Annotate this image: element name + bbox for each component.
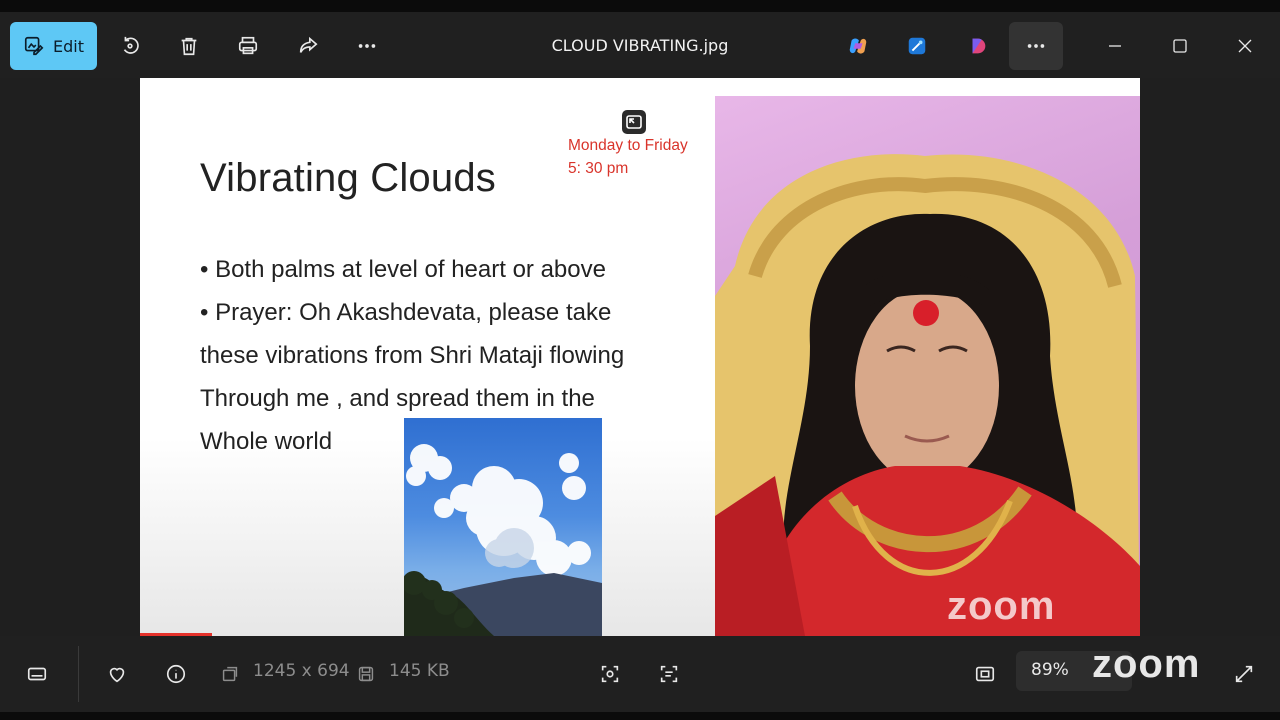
file-info-button[interactable] (158, 656, 194, 692)
schedule-time: 5: 30 pm (568, 160, 629, 177)
delete-button[interactable] (169, 22, 209, 70)
actual-size-button[interactable] (967, 656, 1003, 692)
clipchamp-icon (972, 38, 986, 54)
info-icon (166, 664, 186, 684)
maximize-button[interactable] (1157, 26, 1203, 66)
file-title: CLOUD VIBRATING.jpg (551, 36, 729, 55)
more-options-button[interactable] (347, 22, 387, 70)
portrait-photo: zoom (715, 96, 1140, 636)
visual-search-button[interactable] (592, 656, 628, 692)
edit-label: Edit (53, 36, 84, 56)
save-disk-icon (358, 666, 374, 682)
print-button[interactable] (228, 22, 268, 70)
edit-button[interactable]: Edit (10, 22, 97, 70)
close-button[interactable] (1222, 26, 1268, 66)
ellipsis-icon (358, 44, 376, 48)
more-apps-button[interactable] (1009, 22, 1063, 70)
visual-search-icon (601, 665, 619, 683)
edit-image-icon (24, 36, 44, 56)
bullet-line: these vibrations from Shri Mataji flowin… (200, 342, 625, 369)
zoom-level: 89% (1031, 660, 1069, 680)
cloud-photo (404, 418, 602, 636)
printer-icon (238, 36, 258, 55)
image-canvas[interactable]: Vibrating Clouds Monday to Friday 5: 30 … (0, 78, 1280, 636)
trash-icon (181, 37, 197, 56)
rotate-button[interactable] (110, 22, 150, 70)
zoom-watermark: zoom (947, 584, 1056, 628)
bottom-status-bar: 1245 x 694 145 KB 89% zoom (0, 636, 1280, 720)
photo-editor-icon (908, 37, 926, 55)
bullet-line: Through me , and spread them in the (200, 385, 595, 412)
clipchamp-button[interactable] (958, 22, 998, 70)
filesize-icon-wrap (348, 656, 384, 692)
bottom-strip (0, 712, 1280, 720)
pip-overlay-button (622, 110, 646, 134)
fullscreen-button[interactable] (1226, 656, 1262, 692)
portrait-illustration (715, 154, 1140, 636)
actual-size-icon (975, 666, 995, 682)
close-icon (1238, 39, 1252, 53)
rotate-icon (123, 36, 139, 54)
schedule-days: Monday to Friday (568, 137, 688, 154)
file-size: 145 KB (389, 661, 450, 681)
ellipsis-icon (1027, 44, 1045, 48)
favorite-button[interactable] (99, 656, 135, 692)
dimensions-icon-wrap (212, 656, 248, 692)
bullet-line: • Both palms at level of heart or above (200, 256, 606, 283)
maximize-icon (1173, 39, 1187, 53)
bullet-line: • Prayer: Oh Akashdevata, please take (200, 299, 612, 326)
top-toolbar: Edit CLOUD VIBRATING.jpg (0, 0, 1280, 78)
zoom-overlay-logo: zoom (1092, 642, 1201, 686)
schedule-text: Monday to Friday 5: 30 pm (568, 134, 688, 180)
photo-editor-button[interactable] (897, 22, 937, 70)
text-scan-icon (660, 665, 678, 683)
expand-icon (1235, 665, 1253, 683)
divider (78, 646, 79, 702)
copilot-icon (849, 38, 867, 54)
minimize-icon (1109, 45, 1121, 47)
top-strip (0, 0, 1280, 12)
copilot-button[interactable] (838, 22, 878, 70)
filmstrip-button[interactable] (19, 656, 55, 692)
share-button[interactable] (288, 22, 328, 70)
slide-title: Vibrating Clouds (200, 156, 496, 200)
filmstrip-icon (27, 667, 47, 681)
cloud-illustration (404, 444, 602, 636)
minimize-button[interactable] (1092, 26, 1138, 66)
text-scan-button[interactable] (651, 656, 687, 692)
image-dimensions: 1245 x 694 (253, 661, 350, 681)
picture-in-picture-icon (626, 115, 642, 129)
image-size-icon (222, 666, 238, 682)
share-icon (299, 36, 318, 53)
displayed-image: Vibrating Clouds Monday to Friday 5: 30 … (140, 78, 1140, 636)
heart-icon (109, 667, 125, 683)
